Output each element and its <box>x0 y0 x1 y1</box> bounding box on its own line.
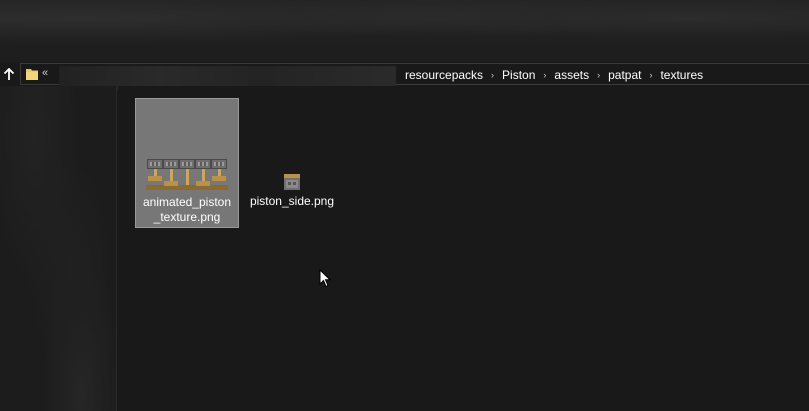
file-list-pane[interactable]: animated_piston _texture.png piston_side… <box>118 86 809 411</box>
file-item-animated-piston-texture[interactable]: animated_piston _texture.png <box>135 98 239 228</box>
breadcrumb-separator[interactable]: › <box>484 70 501 80</box>
breadcrumb-separator[interactable]: › <box>642 70 659 80</box>
address-bar[interactable]: « resourcepacks › Piston › assets › patp… <box>20 63 809 90</box>
file-name-line: animated_piston <box>142 195 232 209</box>
breadcrumb-item-piston[interactable]: Piston <box>501 68 536 82</box>
mouse-cursor-icon <box>319 269 331 288</box>
breadcrumb-separator[interactable]: › <box>536 70 553 80</box>
up-button[interactable] <box>0 63 18 85</box>
breadcrumb-item-textures[interactable]: textures <box>659 68 704 82</box>
breadcrumb-item-patpat[interactable]: patpat <box>607 68 642 82</box>
up-arrow-icon <box>3 67 15 80</box>
folder-icon <box>26 69 38 80</box>
breadcrumb-item-resourcepacks[interactable]: resourcepacks <box>404 68 484 82</box>
breadcrumb-item-assets[interactable]: assets <box>553 68 590 82</box>
file-item-piston-side[interactable]: piston_side.png <box>242 174 342 214</box>
navigation-pane-blurred <box>0 86 117 411</box>
breadcrumb: resourcepacks › Piston › assets › patpat… <box>404 67 704 83</box>
file-name-label: animated_piston _texture.png <box>137 195 237 225</box>
overflow-chevron[interactable]: « <box>42 67 48 79</box>
file-name-line: _texture.png <box>153 210 221 224</box>
image-thumbnail-icon <box>284 174 300 190</box>
address-row: « resourcepacks › Piston › assets › patp… <box>0 62 809 90</box>
ribbon-area-blurred <box>0 0 809 62</box>
file-name-label: piston_side.png <box>249 194 335 208</box>
image-thumbnail-icon <box>146 159 228 191</box>
breadcrumb-separator[interactable]: › <box>590 70 607 80</box>
